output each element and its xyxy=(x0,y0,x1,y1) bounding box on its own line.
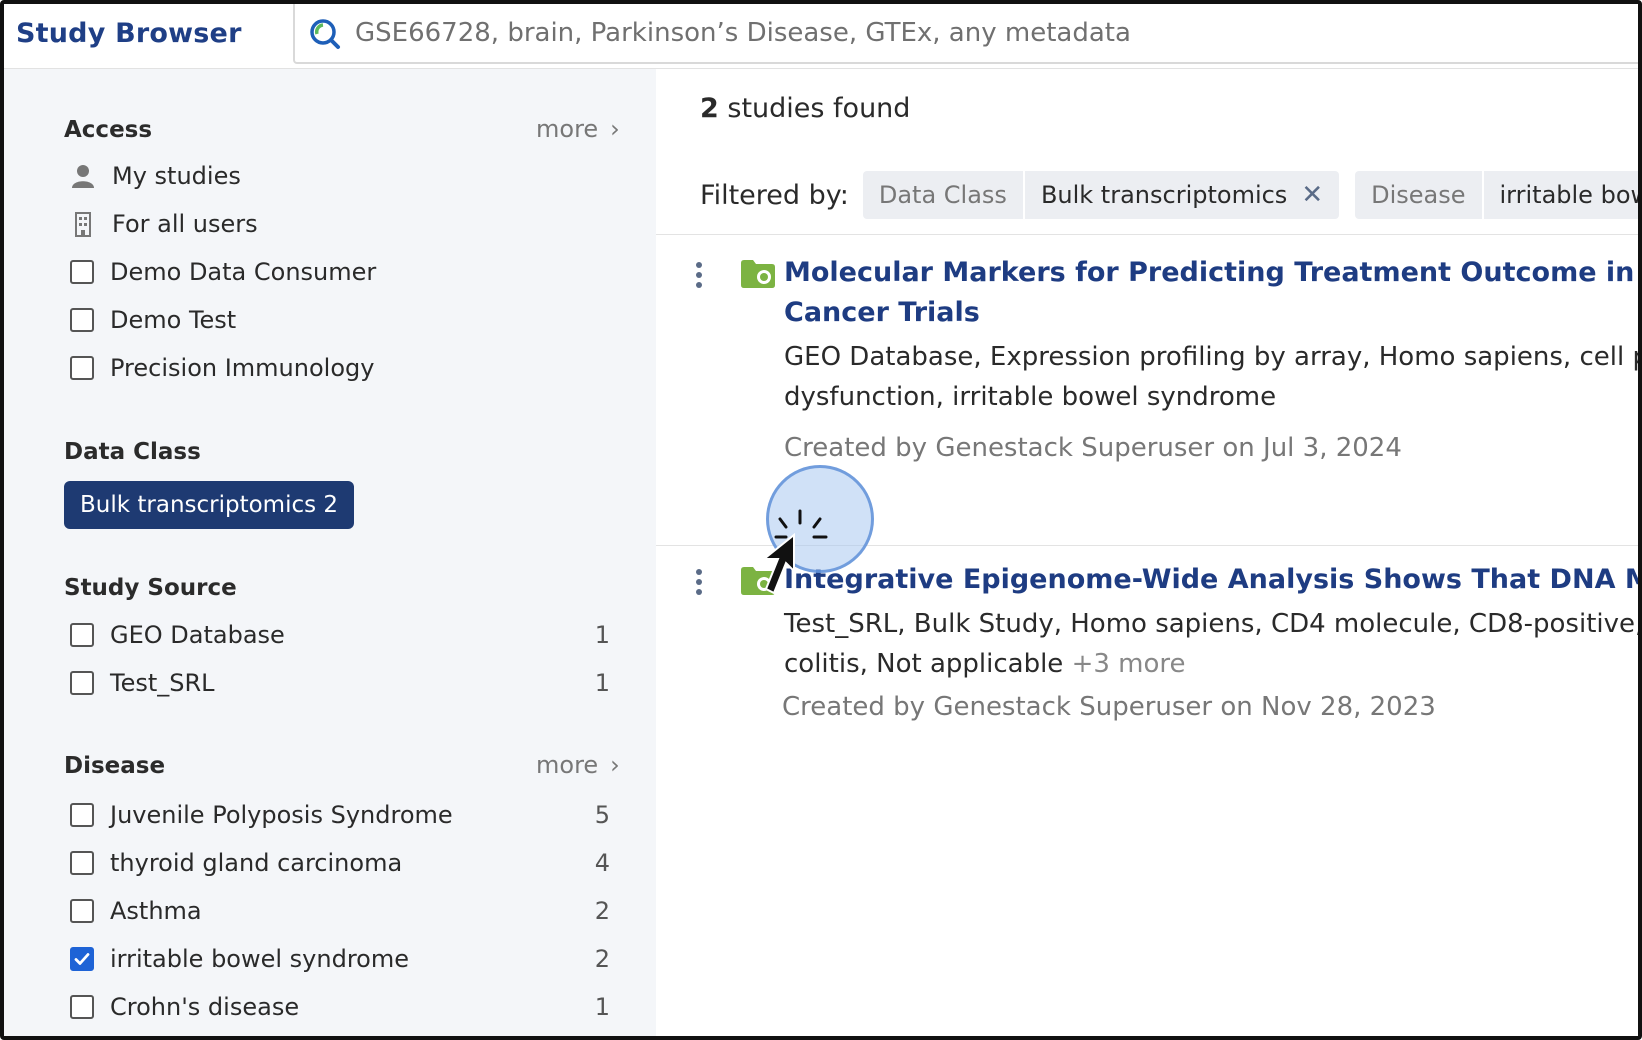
more-options-icon[interactable] xyxy=(694,261,704,289)
checkbox[interactable] xyxy=(70,851,94,875)
access-item-label: For all users xyxy=(112,210,258,238)
checkmark-icon xyxy=(74,953,90,965)
disease-item-label: Crohn's disease xyxy=(110,993,300,1021)
study-meta: Created by Genestack Superuser on Nov 28… xyxy=(782,692,1436,722)
checkbox-checked[interactable] xyxy=(70,947,94,971)
checkbox[interactable] xyxy=(70,671,94,695)
search-icon xyxy=(310,19,340,49)
disease-more-link[interactable]: more › xyxy=(536,751,620,779)
access-item-demo-test[interactable]: Demo Test xyxy=(70,300,630,340)
item-count: 5 xyxy=(594,801,610,829)
building-icon xyxy=(75,212,91,237)
more-tags-link[interactable]: +3 more xyxy=(1072,649,1186,679)
top-header: Study Browser xyxy=(4,4,1642,69)
close-icon[interactable]: ✕ xyxy=(1301,180,1323,210)
disease-item-thyroid-gland-carcinoma[interactable]: thyroid gland carcinoma 4 xyxy=(70,843,630,883)
checkbox[interactable] xyxy=(70,356,94,380)
active-filters: Filtered by: Data Class Bulk transcripto… xyxy=(700,171,1638,219)
disease-item-irritable-bowel-syndrome[interactable]: irritable bowel syndrome 2 xyxy=(70,939,630,979)
checkbox[interactable] xyxy=(70,995,94,1019)
results-count-suffix: studies found xyxy=(718,93,911,124)
access-item-my-studies[interactable]: My studies xyxy=(70,156,630,196)
study-title[interactable]: Integrative Epigenome-Wide Analysis Show… xyxy=(784,560,1638,600)
checkbox[interactable] xyxy=(70,899,94,923)
access-item-label: My studies xyxy=(112,162,241,190)
study-description-cont: dysfunction, irritable bowel syndrome xyxy=(784,382,1277,412)
access-section-title: Access xyxy=(64,117,153,143)
study-description-text: colitis, Not applicable xyxy=(784,649,1064,679)
item-count: 1 xyxy=(594,621,610,649)
access-item-demo-data-consumer[interactable]: Demo Data Consumer xyxy=(70,252,630,292)
cursor-pointer-icon xyxy=(761,509,828,595)
data-class-selected-chip[interactable]: Bulk transcriptomics 2 xyxy=(64,481,355,529)
filtered-by-label: Filtered by: xyxy=(700,179,849,211)
checkbox[interactable] xyxy=(70,308,94,332)
study-description: Test_SRL, Bulk Study, Homo sapiens, CD4 … xyxy=(784,609,1638,639)
disease-item-asthma[interactable]: Asthma 2 xyxy=(70,891,630,931)
disease-section-title: Disease xyxy=(64,753,166,779)
filter-chip-key: Disease xyxy=(1355,171,1482,219)
disease-item-label: Juvenile Polyposis Syndrome xyxy=(110,801,453,829)
access-item-label: Demo Data Consumer xyxy=(110,258,377,286)
disease-more-label: more xyxy=(536,751,599,779)
access-item-for-all-users[interactable]: For all users xyxy=(70,204,630,244)
chevron-right-icon: › xyxy=(610,115,620,143)
access-more-link[interactable]: more › xyxy=(536,115,620,143)
results-count-number: 2 xyxy=(700,93,719,124)
disease-item-juvenile-polyposis[interactable]: Juvenile Polyposis Syndrome 5 xyxy=(70,795,630,835)
chevron-right-icon: › xyxy=(610,751,620,779)
study-title-cont[interactable]: Cancer Trials xyxy=(784,293,980,333)
item-count: 1 xyxy=(594,993,610,1021)
item-count: 2 xyxy=(594,897,610,925)
search-input[interactable] xyxy=(355,4,1555,62)
study-meta: Created by Genestack Superuser on Jul 3,… xyxy=(784,433,1402,463)
disease-item-label: irritable bowel syndrome xyxy=(110,945,409,973)
study-source-item-geo-database[interactable]: GEO Database 1 xyxy=(70,615,630,655)
checkbox[interactable] xyxy=(70,623,94,647)
checkbox[interactable] xyxy=(70,803,94,827)
study-source-section-title: Study Source xyxy=(64,575,237,601)
filter-chip-value: Bulk transcriptomics xyxy=(1040,181,1288,209)
access-more-label: more xyxy=(536,115,599,143)
item-count: 4 xyxy=(594,849,610,877)
study-description-cont: colitis, Not applicable +3 more xyxy=(784,644,1186,684)
item-count: 2 xyxy=(594,945,610,973)
disease-item-crohns-disease[interactable]: Crohn's disease 1 xyxy=(70,987,630,1027)
filter-chip-data-class: Bulk transcriptomics ✕ xyxy=(1024,171,1340,219)
access-item-precision-immunology[interactable]: Precision Immunology xyxy=(70,348,630,388)
study-source-item-label: GEO Database xyxy=(110,621,285,649)
access-item-label: Precision Immunology xyxy=(110,354,375,382)
person-icon xyxy=(72,165,94,188)
data-class-section-title: Data Class xyxy=(64,439,201,465)
more-options-icon[interactable] xyxy=(694,568,704,596)
disease-item-label: Asthma xyxy=(110,897,202,925)
filter-sidebar: Access more › My studies For all users De… xyxy=(4,69,656,1036)
study-source-item-test-srl[interactable]: Test_SRL 1 xyxy=(70,663,630,703)
study-description: GEO Database, Expression profiling by ar… xyxy=(784,342,1638,372)
search-bar[interactable] xyxy=(293,4,1642,64)
filter-chip-value: irritable bowel syn xyxy=(1499,181,1638,209)
access-item-label: Demo Test xyxy=(110,306,237,334)
study-source-item-label: Test_SRL xyxy=(110,669,215,697)
checkbox[interactable] xyxy=(70,260,94,284)
study-title[interactable]: Molecular Markers for Predicting Treatme… xyxy=(784,253,1638,293)
app-title[interactable]: Study Browser xyxy=(16,18,242,49)
study-folder-icon xyxy=(741,260,775,288)
disease-item-label: thyroid gland carcinoma xyxy=(110,849,403,877)
item-count: 1 xyxy=(594,669,610,697)
filter-chip-key: Data Class xyxy=(862,171,1023,219)
filter-chip-disease: irritable bowel syn xyxy=(1483,171,1638,219)
results-count: 2 studies found xyxy=(700,93,910,124)
